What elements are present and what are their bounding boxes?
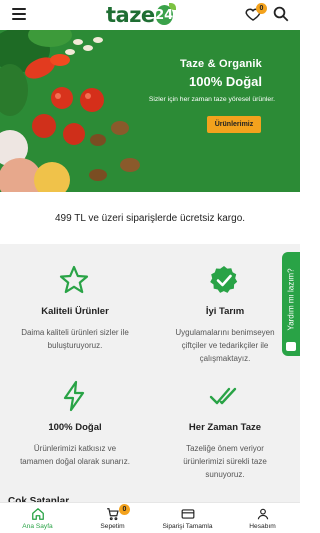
products-button[interactable]: Ürünlerimiz	[207, 116, 261, 133]
nav-home[interactable]: Ana Sayfa	[0, 503, 75, 533]
nav-checkout[interactable]: Siparişi Tamamla	[150, 503, 225, 533]
feature-desc: Tazeliğe önem veriyor ürünlerimizi sürek…	[183, 444, 267, 479]
feature-title: Kaliteli Ürünler	[41, 306, 109, 317]
logo-number: 24	[155, 7, 174, 23]
favorites-count-badge: 0	[256, 3, 267, 14]
hero-title: Taze & Organik	[179, 58, 262, 70]
feature-desc: Ürünlerimizi katkısız ve tamamen doğal o…	[20, 444, 130, 466]
menu-icon[interactable]	[12, 8, 26, 20]
hero-subtitle: 100% Doğal	[189, 74, 262, 89]
star-icon	[59, 265, 89, 294]
badge-check-icon	[210, 266, 238, 293]
bottom-navigation: Ana Sayfa 0 Sepetim Siparişi Tamamla Hes…	[0, 502, 300, 533]
wallet-icon	[181, 509, 194, 519]
shipping-banner: 499 TL ve üzeri siparişlerde ücretsiz ka…	[0, 192, 300, 244]
home-icon	[31, 508, 44, 520]
bolt-icon	[63, 380, 85, 412]
feature-title: İyi Tarım	[205, 306, 245, 317]
logo-number-badge: 24	[155, 3, 176, 25]
nav-label: Hesabım	[249, 523, 276, 530]
nav-label: Ana Sayfa	[22, 523, 53, 530]
top-header: taze 24 0	[0, 0, 300, 30]
help-tab-label: Yardım mı lazım?	[286, 267, 296, 331]
shipping-text: 499 TL ve üzeri siparişlerde ücretsiz ka…	[54, 212, 246, 224]
help-side-tab[interactable]: Yardım mı lazım?	[282, 252, 300, 356]
feature-title: 100% Doğal	[48, 422, 102, 433]
double-check-icon	[209, 387, 237, 405]
nav-label: Siparişi Tamamla	[162, 523, 213, 530]
user-icon	[257, 508, 268, 520]
cart-icon	[106, 508, 119, 521]
feature-desc: Uygulamalarını benimseyen çiftçiler ve t…	[175, 328, 275, 363]
nav-label: Sepetim	[100, 523, 125, 530]
chat-bubble-icon	[286, 342, 296, 351]
logo-text: taze	[106, 3, 155, 27]
vegetables-image	[0, 30, 140, 192]
nav-cart[interactable]: 0 Sepetim	[75, 503, 150, 533]
search-icon[interactable]	[272, 5, 290, 23]
feature-desc: Daima kaliteli ürünleri sizler ile buluş…	[21, 328, 129, 350]
hero-banner: Taze & Organik 100% Doğal Sizler için he…	[0, 30, 300, 192]
hero-description: Sizler için her zaman taze yöresel ürünl…	[148, 96, 275, 103]
logo[interactable]: taze 24	[106, 3, 176, 27]
cart-count-badge: 0	[119, 504, 130, 515]
nav-account[interactable]: Hesabım	[225, 503, 300, 533]
features-section: Kaliteli Ürünler Daima kaliteli ürünleri…	[0, 244, 300, 504]
feature-title: Her Zaman Taze	[188, 422, 262, 433]
